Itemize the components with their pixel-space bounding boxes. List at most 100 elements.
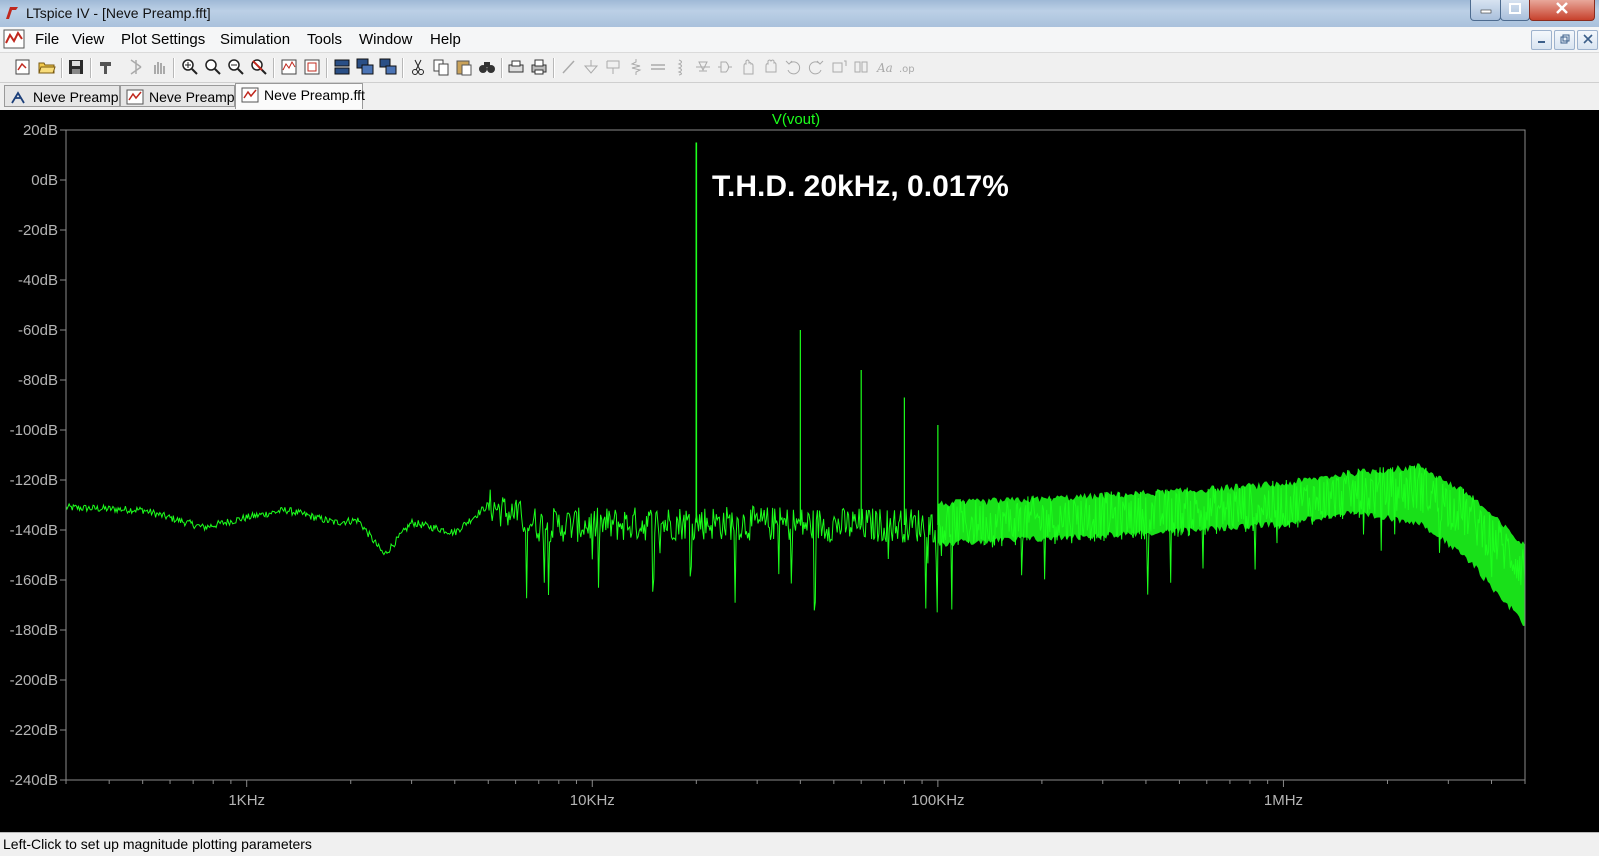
rotate-icon[interactable] bbox=[830, 58, 848, 76]
cascade-icon[interactable] bbox=[356, 58, 374, 76]
y-tick-label: 20dB bbox=[23, 122, 58, 139]
fit-icon[interactable] bbox=[303, 58, 321, 76]
status-text: Left-Click to set up magnitude plotting … bbox=[3, 836, 312, 852]
tab-neve-preamp-schematic[interactable]: Neve Preamp bbox=[4, 85, 120, 107]
restore-icon bbox=[1509, 3, 1521, 14]
svg-text:Aa: Aa bbox=[876, 61, 893, 75]
y-tick-label: -180dB bbox=[10, 622, 58, 639]
save-icon[interactable] bbox=[67, 58, 85, 76]
menu-window[interactable]: Window bbox=[359, 31, 412, 48]
redo-icon[interactable] bbox=[807, 58, 825, 76]
y-tick-label: -80dB bbox=[18, 372, 58, 389]
spice-directive-icon[interactable]: .op bbox=[898, 58, 916, 76]
minimize-icon bbox=[1480, 9, 1491, 14]
y-tick-label: -60dB bbox=[18, 322, 58, 339]
zoom-area-icon[interactable] bbox=[204, 58, 222, 76]
svg-text:.op: .op bbox=[899, 64, 915, 75]
schematic-icon bbox=[11, 91, 25, 104]
find-icon[interactable] bbox=[478, 58, 496, 76]
print-preview-icon[interactable] bbox=[507, 58, 525, 76]
toolbar: Aa .op bbox=[0, 53, 1599, 83]
x-tick-label: 10KHz bbox=[570, 792, 615, 809]
close-icon bbox=[1556, 2, 1568, 14]
zoom-cancel-icon[interactable] bbox=[250, 58, 268, 76]
capacitor-icon[interactable] bbox=[649, 58, 667, 76]
y-tick-label: -140dB bbox=[10, 522, 58, 539]
menu-view[interactable]: View bbox=[72, 31, 104, 48]
maximize-button[interactable] bbox=[1500, 0, 1530, 21]
restore-icon bbox=[1560, 34, 1569, 44]
window-title: LTspice IV - [Neve Preamp.fft] bbox=[26, 5, 211, 21]
y-tick-label: -100dB bbox=[10, 422, 58, 439]
waveform-icon bbox=[241, 87, 259, 103]
mdi-minimize-button[interactable] bbox=[1531, 30, 1552, 50]
menu-bar: File View Plot Settings Simulation Tools… bbox=[0, 27, 1599, 53]
y-tick-label: -220dB bbox=[10, 722, 58, 739]
trace-noise-band bbox=[937, 463, 1525, 626]
tab-label: Neve Preamp bbox=[33, 89, 119, 105]
inductor-icon[interactable] bbox=[671, 58, 689, 76]
ltspice-logo-icon bbox=[6, 7, 18, 19]
menu-file[interactable]: File bbox=[35, 31, 59, 48]
mdi-restore-button[interactable] bbox=[1554, 30, 1575, 50]
control-panel-icon[interactable] bbox=[97, 58, 115, 76]
y-tick-label: -200dB bbox=[10, 672, 58, 689]
ground-icon[interactable] bbox=[582, 58, 600, 76]
y-tick-label: -160dB bbox=[10, 572, 58, 589]
y-tick-label: -40dB bbox=[18, 272, 58, 289]
menu-plot-settings[interactable]: Plot Settings bbox=[121, 31, 205, 48]
cut-icon[interactable] bbox=[409, 58, 427, 76]
tab-neve-preamp-waveform[interactable]: Neve Preamp bbox=[120, 85, 235, 107]
fft-plot[interactable]: 20dB 0dB -20dB -40dB -60dB -80dB -100dB -120dB -… bbox=[0, 110, 1599, 832]
title-bar: LTspice IV - [Neve Preamp.fft] bbox=[0, 0, 1599, 27]
minimize-button[interactable] bbox=[1470, 0, 1501, 21]
tab-label: Neve Preamp.fft bbox=[264, 87, 365, 103]
autorange-icon[interactable] bbox=[280, 58, 298, 76]
zoom-out-icon[interactable] bbox=[227, 58, 245, 76]
undo-icon[interactable] bbox=[784, 58, 802, 76]
status-bar: Left-Click to set up magnitude plotting … bbox=[0, 832, 1599, 856]
mirror-icon[interactable] bbox=[852, 58, 870, 76]
menu-tools[interactable]: Tools bbox=[307, 31, 342, 48]
hand-drag-icon[interactable] bbox=[762, 58, 780, 76]
run-icon[interactable] bbox=[127, 58, 145, 76]
menu-help[interactable]: Help bbox=[430, 31, 461, 48]
x-tick-label: 100KHz bbox=[911, 792, 964, 809]
minimize-icon bbox=[1537, 41, 1545, 43]
resistor-icon[interactable] bbox=[627, 58, 645, 76]
move-icon[interactable] bbox=[739, 58, 757, 76]
zoom-in-icon[interactable] bbox=[181, 58, 199, 76]
y-tick-label: 0dB bbox=[31, 172, 58, 189]
mdi-close-button[interactable] bbox=[1577, 30, 1598, 50]
paste-icon[interactable] bbox=[455, 58, 473, 76]
thd-annotation: T.H.D. 20kHz, 0.017% bbox=[712, 170, 1009, 203]
diode-icon[interactable] bbox=[694, 58, 712, 76]
wire-icon[interactable] bbox=[560, 58, 578, 76]
print-icon[interactable] bbox=[530, 58, 548, 76]
close-button[interactable] bbox=[1529, 0, 1595, 21]
fft-plot-pane[interactable]: 20dB 0dB -20dB -40dB -60dB -80dB -100dB -120dB -… bbox=[0, 110, 1599, 832]
y-tick-label: -240dB bbox=[10, 772, 58, 789]
copy-icon[interactable] bbox=[432, 58, 450, 76]
open-icon[interactable] bbox=[38, 58, 56, 76]
plot-frame bbox=[65, 129, 1526, 781]
y-tick-label: -120dB bbox=[10, 472, 58, 489]
tab-strip: Neve Preamp Neve Preamp Neve Preamp.fft bbox=[0, 83, 1599, 109]
x-tick-label: 1KHz bbox=[228, 792, 265, 809]
tab-neve-preamp-fft[interactable]: Neve Preamp.fft bbox=[235, 83, 365, 109]
label-icon[interactable] bbox=[604, 58, 622, 76]
tile-vertical-icon[interactable] bbox=[379, 58, 397, 76]
trace-name-label[interactable]: V(vout) bbox=[772, 111, 820, 128]
x-tick-label: 1MHz bbox=[1264, 792, 1303, 809]
text-icon[interactable]: Aa bbox=[875, 58, 893, 76]
menu-simulation[interactable]: Simulation bbox=[220, 31, 290, 48]
halt-icon[interactable] bbox=[150, 58, 168, 76]
close-icon bbox=[1582, 34, 1593, 44]
waveform-window-icon bbox=[3, 29, 25, 49]
new-schematic-icon[interactable] bbox=[14, 58, 32, 76]
tile-horizontal-icon[interactable] bbox=[333, 58, 351, 76]
waveform-icon bbox=[126, 89, 144, 105]
component-icon[interactable] bbox=[716, 58, 734, 76]
tab-label: Neve Preamp bbox=[149, 89, 235, 105]
y-tick-label: -20dB bbox=[18, 222, 58, 239]
